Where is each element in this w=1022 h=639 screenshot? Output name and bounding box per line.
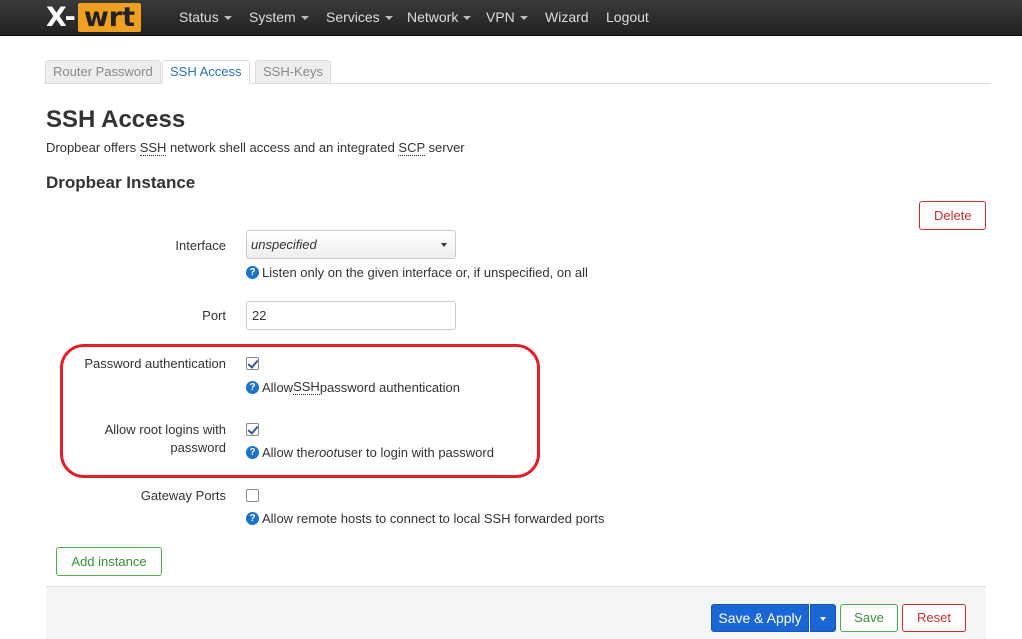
interface-select[interactable]: unspecified — [246, 230, 456, 259]
save-apply-button[interactable]: Save & Apply — [711, 604, 809, 632]
section-title: Dropbear Instance — [46, 173, 196, 192]
root-login-checkbox[interactable] — [246, 423, 259, 436]
desc-text: server — [424, 140, 465, 155]
root-login-label: Allow root logins with password — [105, 421, 226, 457]
nav-wizard[interactable]: Wizard — [545, 0, 589, 34]
password-auth-label: Password authentication — [84, 356, 226, 371]
password-auth-hint: ? Allow SSH password authentication — [246, 379, 460, 395]
caret-down-icon — [223, 16, 232, 21]
nav-vpn-label: VPN — [486, 9, 515, 25]
hint-text: Allow the — [262, 445, 315, 460]
caret-down-icon — [384, 16, 393, 21]
root-login-hint: ? Allow the root user to login with passw… — [246, 445, 494, 460]
tab-label: Router Password — [53, 64, 153, 79]
interface-hint-text: Listen only on the given interface or, i… — [262, 265, 588, 280]
tab-label: SSH-Keys — [263, 64, 323, 79]
caret-down-icon — [519, 16, 528, 21]
hint-abbr-ssh: SSH — [293, 379, 320, 395]
help-icon: ? — [246, 446, 259, 459]
caret-down-icon — [820, 617, 826, 621]
logo-text-x: X- — [46, 1, 76, 33]
interface-hint: ? Listen only on the given interface or, … — [246, 265, 588, 280]
nav-system-label: System — [249, 9, 296, 25]
gateway-ports-hint: ? Allow remote hosts to connect to local … — [246, 511, 605, 526]
nav-system[interactable]: System — [249, 0, 309, 34]
help-icon: ? — [246, 266, 259, 279]
tab-router-password[interactable]: Router Password — [45, 60, 161, 84]
desc-abbr-scp: SCP — [398, 140, 425, 156]
caret-down-icon — [463, 16, 472, 21]
nav-logout-label: Logout — [606, 9, 649, 25]
nav-network-label: Network — [407, 9, 459, 25]
tab-label: SSH Access — [170, 64, 242, 79]
help-icon: ? — [246, 380, 259, 394]
reset-button[interactable]: Reset — [902, 604, 966, 632]
desc-text: Dropbear offers — [46, 140, 140, 155]
save-button[interactable]: Save — [840, 604, 898, 632]
nav-wizard-label: Wizard — [545, 9, 589, 25]
gateway-ports-hint-text: Allow remote hosts to connect to local S… — [262, 511, 605, 526]
port-label: Port — [202, 308, 226, 323]
nav-status[interactable]: Status — [179, 0, 232, 34]
delete-button[interactable]: Delete — [919, 201, 986, 230]
page-description: Dropbear offers SSH network shell access… — [46, 140, 465, 156]
tab-ssh-keys[interactable]: SSH-Keys — [255, 60, 331, 84]
desc-text: network shell access and an integrated — [166, 140, 399, 155]
gateway-ports-label: Gateway Ports — [140, 488, 226, 503]
top-navbar: X-wrt Status System Services Network VPN… — [0, 0, 1022, 36]
add-instance-button[interactable]: Add instance — [56, 547, 162, 576]
logo-text-wrt: wrt — [77, 2, 141, 32]
gateway-ports-checkbox[interactable] — [246, 489, 259, 502]
hint-text: user to login with password — [337, 445, 494, 460]
port-input[interactable]: 22 — [246, 301, 456, 330]
nav-services-label: Services — [326, 9, 380, 25]
interface-select-value: unspecified — [251, 237, 317, 252]
hint-em-root: root — [314, 445, 338, 460]
page-title: SSH Access — [46, 106, 186, 133]
root-login-label-line1: Allow root logins with — [104, 422, 226, 437]
hint-text: Allow — [262, 379, 294, 395]
tab-ssh-access[interactable]: SSH Access — [162, 60, 250, 84]
caret-down-icon — [300, 16, 309, 21]
interface-label: Interface — [175, 238, 226, 253]
hint-text: password authentication — [319, 379, 461, 395]
root-login-label-line2: password — [170, 440, 226, 455]
nav-status-label: Status — [179, 9, 219, 25]
nav-vpn[interactable]: VPN — [486, 0, 528, 34]
desc-abbr-ssh: SSH — [139, 140, 167, 156]
password-auth-checkbox[interactable] — [246, 357, 259, 370]
nav-logout[interactable]: Logout — [606, 0, 649, 34]
nav-network[interactable]: Network — [407, 0, 472, 34]
caret-down-icon — [441, 243, 447, 247]
save-apply-dropdown-button[interactable] — [810, 604, 836, 632]
help-icon: ? — [246, 512, 259, 525]
brand-logo[interactable]: X-wrt — [46, 0, 141, 34]
nav-services[interactable]: Services — [326, 0, 393, 34]
